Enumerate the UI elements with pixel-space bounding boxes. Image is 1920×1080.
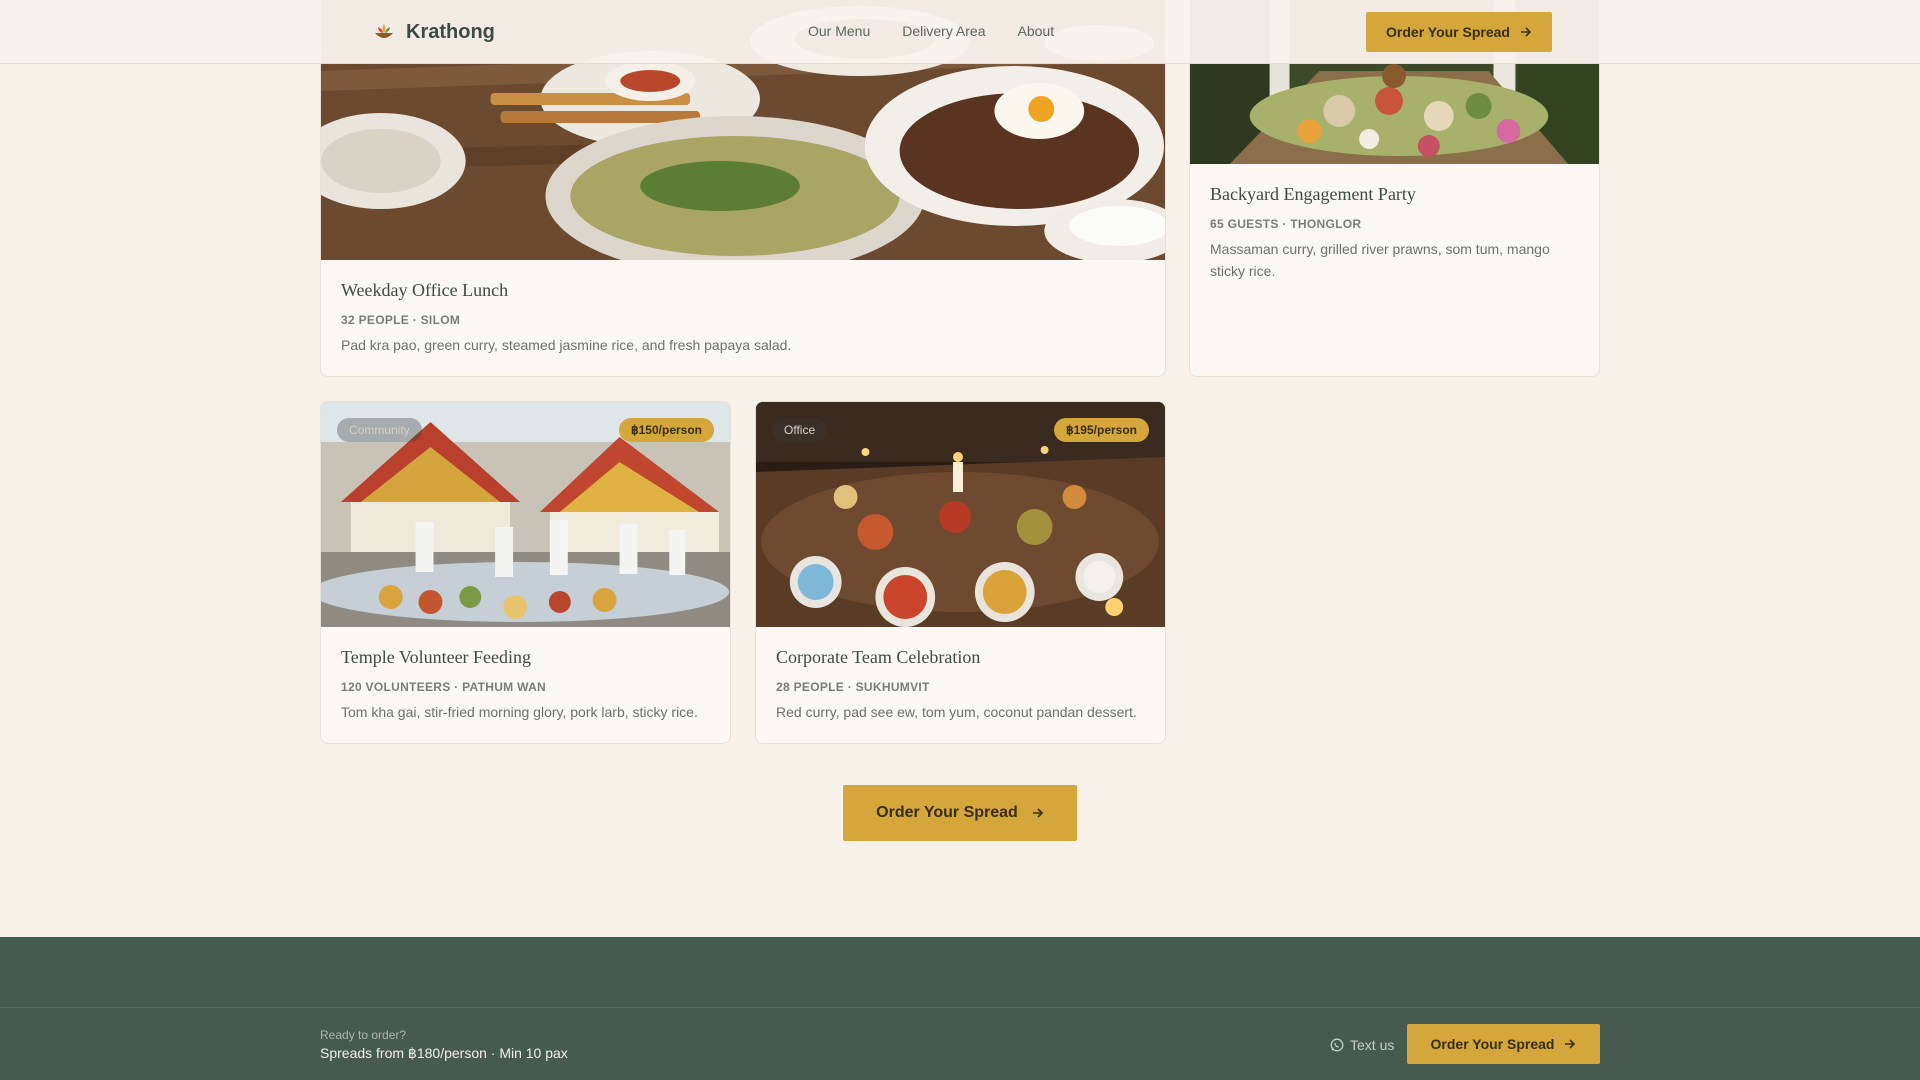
whatsapp-icon (1330, 1038, 1344, 1052)
sticky-order-bar: Ready to order? Spreads from ฿180/person… (0, 937, 1920, 1080)
footer-order-label: Order Your Spread (1430, 1036, 1555, 1052)
card-title: Backyard Engagement Party (1210, 184, 1416, 204)
site-header: Krathong Our Menu Delivery Area About Or… (0, 0, 1920, 64)
divider (0, 1007, 1920, 1008)
case-card-corporate-celebration[interactable]: Office ฿195/person Corporate Team Celebr… (755, 401, 1166, 744)
corporate-celebration-image: Office ฿195/person (756, 402, 1165, 627)
pricing-summary: Spreads from ฿180/person · Min 10 pax (320, 1045, 568, 1061)
main-nav: Our Menu Delivery Area About (808, 23, 1054, 39)
main-order-button[interactable]: Order Your Spread (843, 785, 1077, 841)
card-description: Pad kra pao, green curry, steamed jasmin… (341, 337, 792, 353)
card-meta: 120 VOLUNTEERS · PATHUM WAN (341, 680, 547, 694)
category-tag: Office (772, 418, 828, 442)
card-title: Temple Volunteer Feeding (341, 647, 532, 667)
arrow-right-icon (1032, 808, 1043, 818)
main-order-label: Order Your Spread (876, 804, 1018, 821)
arrow-right-icon (1520, 27, 1532, 37)
card-title: Corporate Team Celebration (776, 647, 981, 667)
nav-our-menu[interactable]: Our Menu (808, 23, 870, 39)
card-meta: 65 GUESTS · THONGLOR (1210, 217, 1362, 231)
category-tag: Community (337, 418, 422, 442)
price-badge: ฿150/person (619, 418, 714, 442)
brand-name: Krathong (406, 20, 495, 43)
price-badge: ฿195/person (1054, 418, 1149, 442)
temple-feeding-image: Community ฿150/person (321, 402, 730, 627)
card-title: Weekday Office Lunch (341, 280, 509, 300)
card-description: Red curry, pad see ew, tom yum, coconut … (776, 704, 1137, 720)
ready-label: Ready to order? (320, 1028, 407, 1042)
card-meta: 28 PEOPLE · SUKHUMVIT (776, 680, 930, 694)
brand-logo[interactable]: Krathong (372, 20, 495, 44)
text-us-link[interactable]: Text us (1330, 1037, 1394, 1053)
case-card-temple-feeding[interactable]: Community ฿150/person Temple Volunteer F… (320, 401, 731, 744)
arrow-right-icon (1565, 1039, 1576, 1049)
card-description: Tom kha gai, stir-fried morning glory, p… (341, 704, 698, 720)
card-meta: 32 PEOPLE · SILOM (341, 313, 461, 327)
card-description: Massaman curry, grilled river prawns, so… (1210, 241, 1550, 279)
footer-order-button[interactable]: Order Your Spread (1407, 1024, 1600, 1064)
lotus-bowl-icon (375, 24, 393, 38)
nav-about[interactable]: About (1018, 23, 1055, 39)
nav-delivery-area[interactable]: Delivery Area (902, 23, 985, 39)
header-order-label: Order Your Spread (1386, 24, 1510, 40)
text-us-label: Text us (1350, 1037, 1395, 1053)
header-order-button[interactable]: Order Your Spread (1366, 12, 1552, 52)
